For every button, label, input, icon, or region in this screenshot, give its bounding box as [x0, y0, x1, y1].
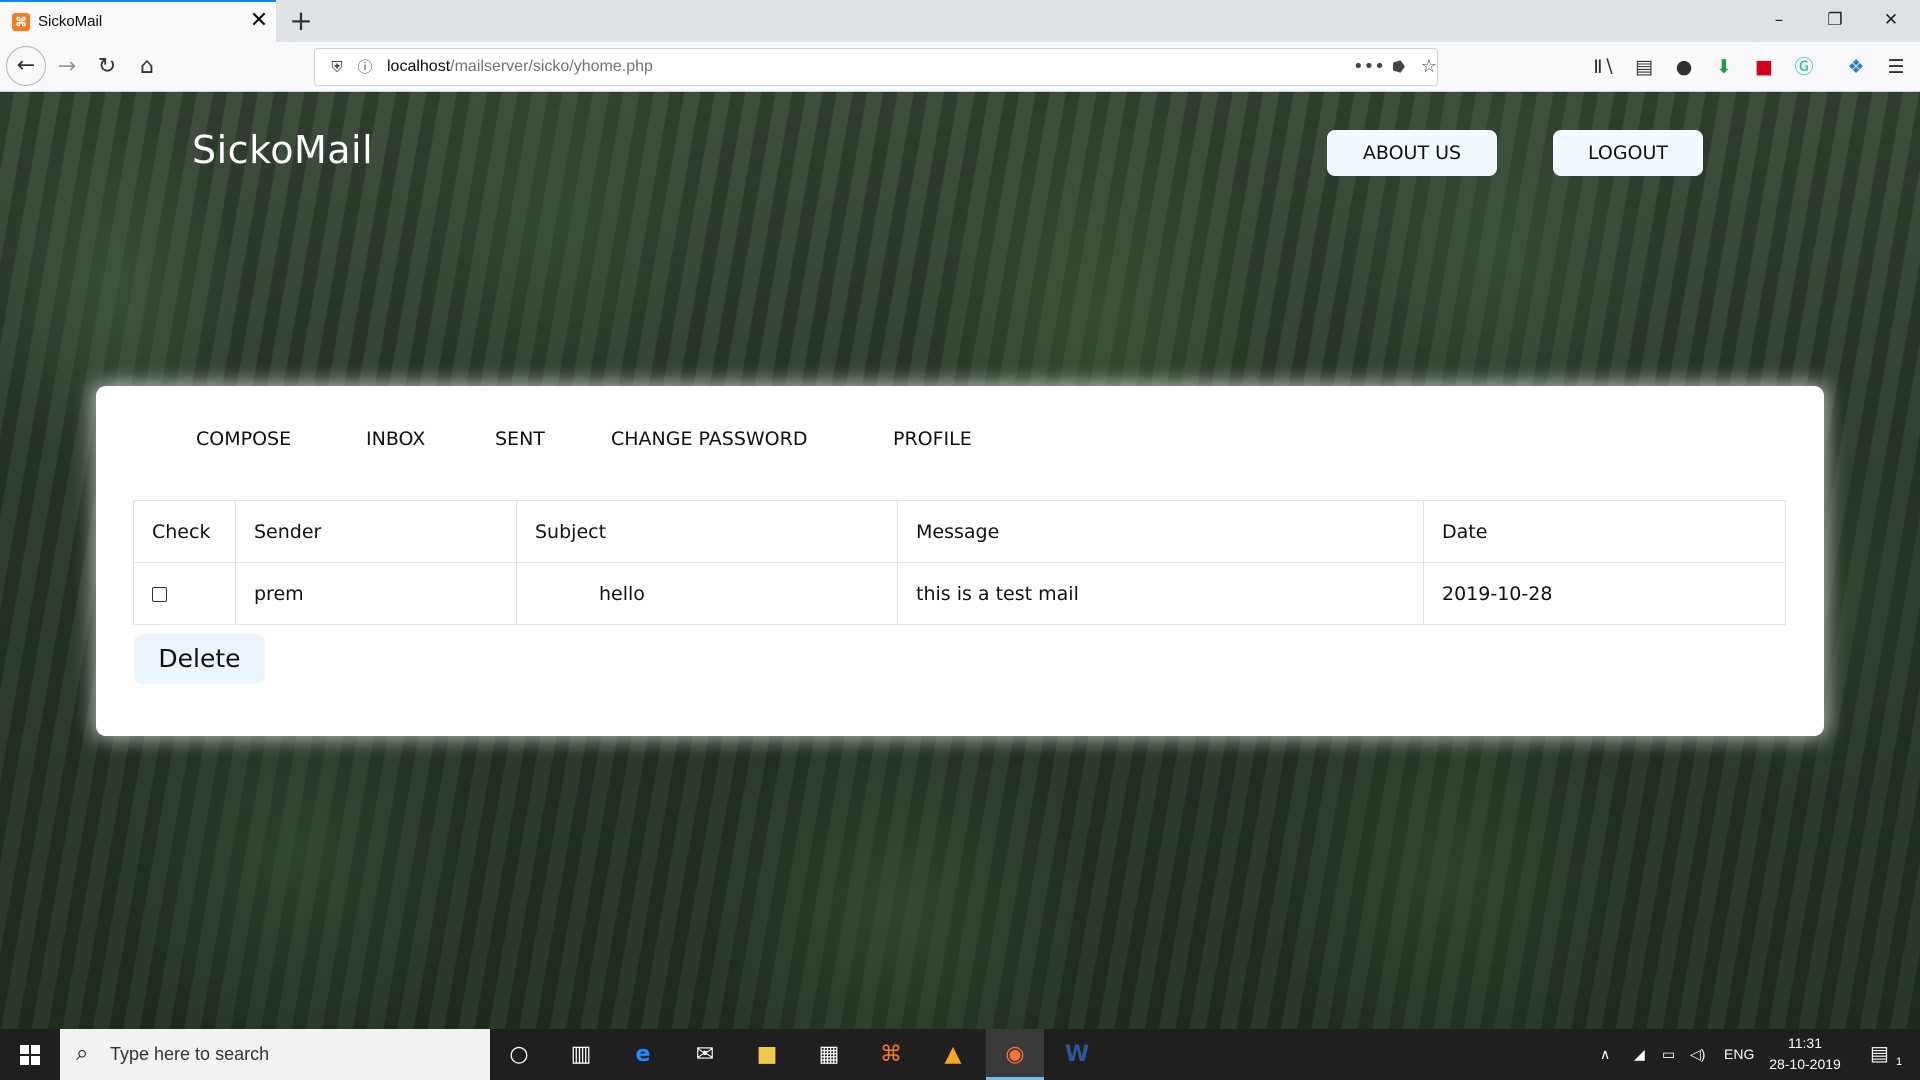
store-icon[interactable]: ▦ [800, 1029, 858, 1080]
notification-icon[interactable]: ▤ [1870, 1029, 1889, 1080]
back-icon[interactable]: ← [6, 46, 46, 86]
search-placeholder: Type here to search [110, 1044, 270, 1064]
taskbar-clock[interactable]: 11:31 28-10-2019 [1762, 1033, 1848, 1075]
url-bar[interactable]: ⛨ ⓘ localhost/mailserver/sicko/yhome.php… [314, 48, 1438, 86]
search-icon: ⌕ [76, 1041, 89, 1066]
browser-tab[interactable]: ⌘ SickoMail ✕ [0, 0, 276, 42]
col-message: Message [897, 500, 1424, 563]
pocket-icon[interactable]: ⭓ [1389, 57, 1409, 77]
url-text[interactable]: localhost/mailserver/sicko/yhome.php [387, 58, 653, 76]
account-icon[interactable]: ● [1668, 50, 1700, 84]
row-checkbox[interactable] [152, 586, 167, 602]
mail-icon[interactable]: ✉ [676, 1029, 734, 1080]
download-extension-icon[interactable]: ⬇ [1708, 50, 1740, 84]
new-tab-icon[interactable]: + [286, 4, 316, 38]
taskbar: ⌕ Type here to search ○ ▥ e ✉ ■ ▦ ⌘ ▲ ◉ … [0, 1029, 1920, 1080]
nav-compose[interactable]: COMPOSE [196, 428, 291, 450]
bookmark-star-icon[interactable]: ☆ [1419, 57, 1439, 77]
home-icon[interactable]: ⌂ [130, 50, 164, 84]
edge-icon[interactable]: e [614, 1029, 672, 1080]
shield-icon[interactable]: ⛨ [327, 57, 347, 77]
nav-change-password[interactable]: CHANGE PASSWORD [611, 428, 807, 450]
xampp-taskbar-icon[interactable]: ⌘ [862, 1029, 920, 1080]
subject-cell: hello [516, 562, 898, 625]
notification-count: 1 [1896, 1056, 1903, 1068]
browser-tab-bar: ⌘ SickoMail ✕ + – ❐ ✕ [0, 0, 1920, 42]
language-indicator[interactable]: ENG [1724, 1029, 1754, 1080]
forward-icon[interactable]: → [50, 50, 84, 84]
clock-date: 28-10-2019 [1769, 1056, 1841, 1072]
sidebar-icon[interactable]: ▤ [1628, 50, 1660, 84]
mail-table: Check Sender Subject Message Date prem h… [133, 500, 1786, 625]
browser-nav-bar: ← → ↻ ⌂ ⛨ ⓘ localhost/mailserver/sicko/y… [0, 42, 1920, 92]
task-view-icon[interactable]: ▥ [552, 1029, 610, 1080]
message-cell: this is a test mail [897, 562, 1424, 625]
sender-cell: prem [235, 562, 517, 625]
word-icon[interactable]: W [1048, 1029, 1106, 1080]
menu-icon[interactable]: ☰ [1880, 50, 1912, 84]
more-actions-icon[interactable]: ••• [1353, 57, 1385, 77]
table-header-row: Check Sender Subject Message Date [133, 500, 1786, 563]
nav-inbox[interactable]: INBOX [366, 428, 425, 450]
page-background: SickoMail ABOUT US LOGOUT COMPOSE INBOX … [0, 92, 1920, 1029]
site-logo[interactable]: SickoMail [192, 128, 373, 172]
library-icon[interactable]: Ⅱ∖ [1588, 50, 1620, 84]
firefox-icon[interactable]: ◉ [986, 1029, 1044, 1080]
grammarly-icon[interactable]: Ⓖ [1788, 50, 1820, 84]
about-us-button[interactable]: ABOUT US [1327, 130, 1497, 176]
cortana-icon[interactable]: ○ [490, 1029, 548, 1080]
col-subject: Subject [516, 500, 898, 563]
nav-profile[interactable]: PROFILE [893, 428, 972, 450]
info-icon[interactable]: ⓘ [355, 57, 375, 77]
logout-button[interactable]: LOGOUT [1553, 130, 1703, 176]
show-hidden-icons-icon[interactable]: ∧ [1600, 1029, 1610, 1080]
pdf-extension-icon[interactable]: ■ [1748, 50, 1780, 84]
reload-icon[interactable]: ↻ [90, 50, 124, 84]
check-cell [133, 562, 236, 625]
close-window-icon[interactable]: ✕ [1868, 4, 1914, 36]
nav-sent[interactable]: SENT [495, 428, 545, 450]
col-date: Date [1423, 500, 1786, 563]
volume-icon[interactable]: ◁) [1690, 1029, 1705, 1080]
date-cell: 2019-10-28 [1423, 562, 1786, 625]
clock-time: 11:31 [1788, 1035, 1822, 1051]
restore-icon[interactable]: ❐ [1812, 4, 1858, 36]
wifi-icon[interactable]: ◢ [1634, 1029, 1645, 1080]
taskbar-search-input[interactable]: ⌕ Type here to search [60, 1029, 490, 1080]
col-sender: Sender [235, 500, 517, 563]
minimize-icon[interactable]: – [1756, 4, 1802, 36]
vlc-icon[interactable]: ▲ [924, 1029, 982, 1080]
mail-panel: COMPOSE INBOX SENT CHANGE PASSWORD PROFI… [96, 386, 1824, 736]
windows-start-icon[interactable] [0, 1029, 60, 1080]
delete-button[interactable]: Delete [134, 634, 265, 684]
file-explorer-icon[interactable]: ■ [738, 1029, 796, 1080]
battery-icon[interactable]: ▭ [1662, 1029, 1675, 1080]
xampp-icon: ⌘ [12, 13, 30, 31]
col-check: Check [133, 500, 236, 563]
close-tab-icon[interactable]: ✕ [246, 8, 272, 34]
extensions-icon[interactable]: ❖ [1840, 50, 1872, 84]
table-row[interactable]: prem hello this is a test mail 2019-10-2… [133, 562, 1786, 625]
tab-title: SickoMail [38, 13, 103, 30]
